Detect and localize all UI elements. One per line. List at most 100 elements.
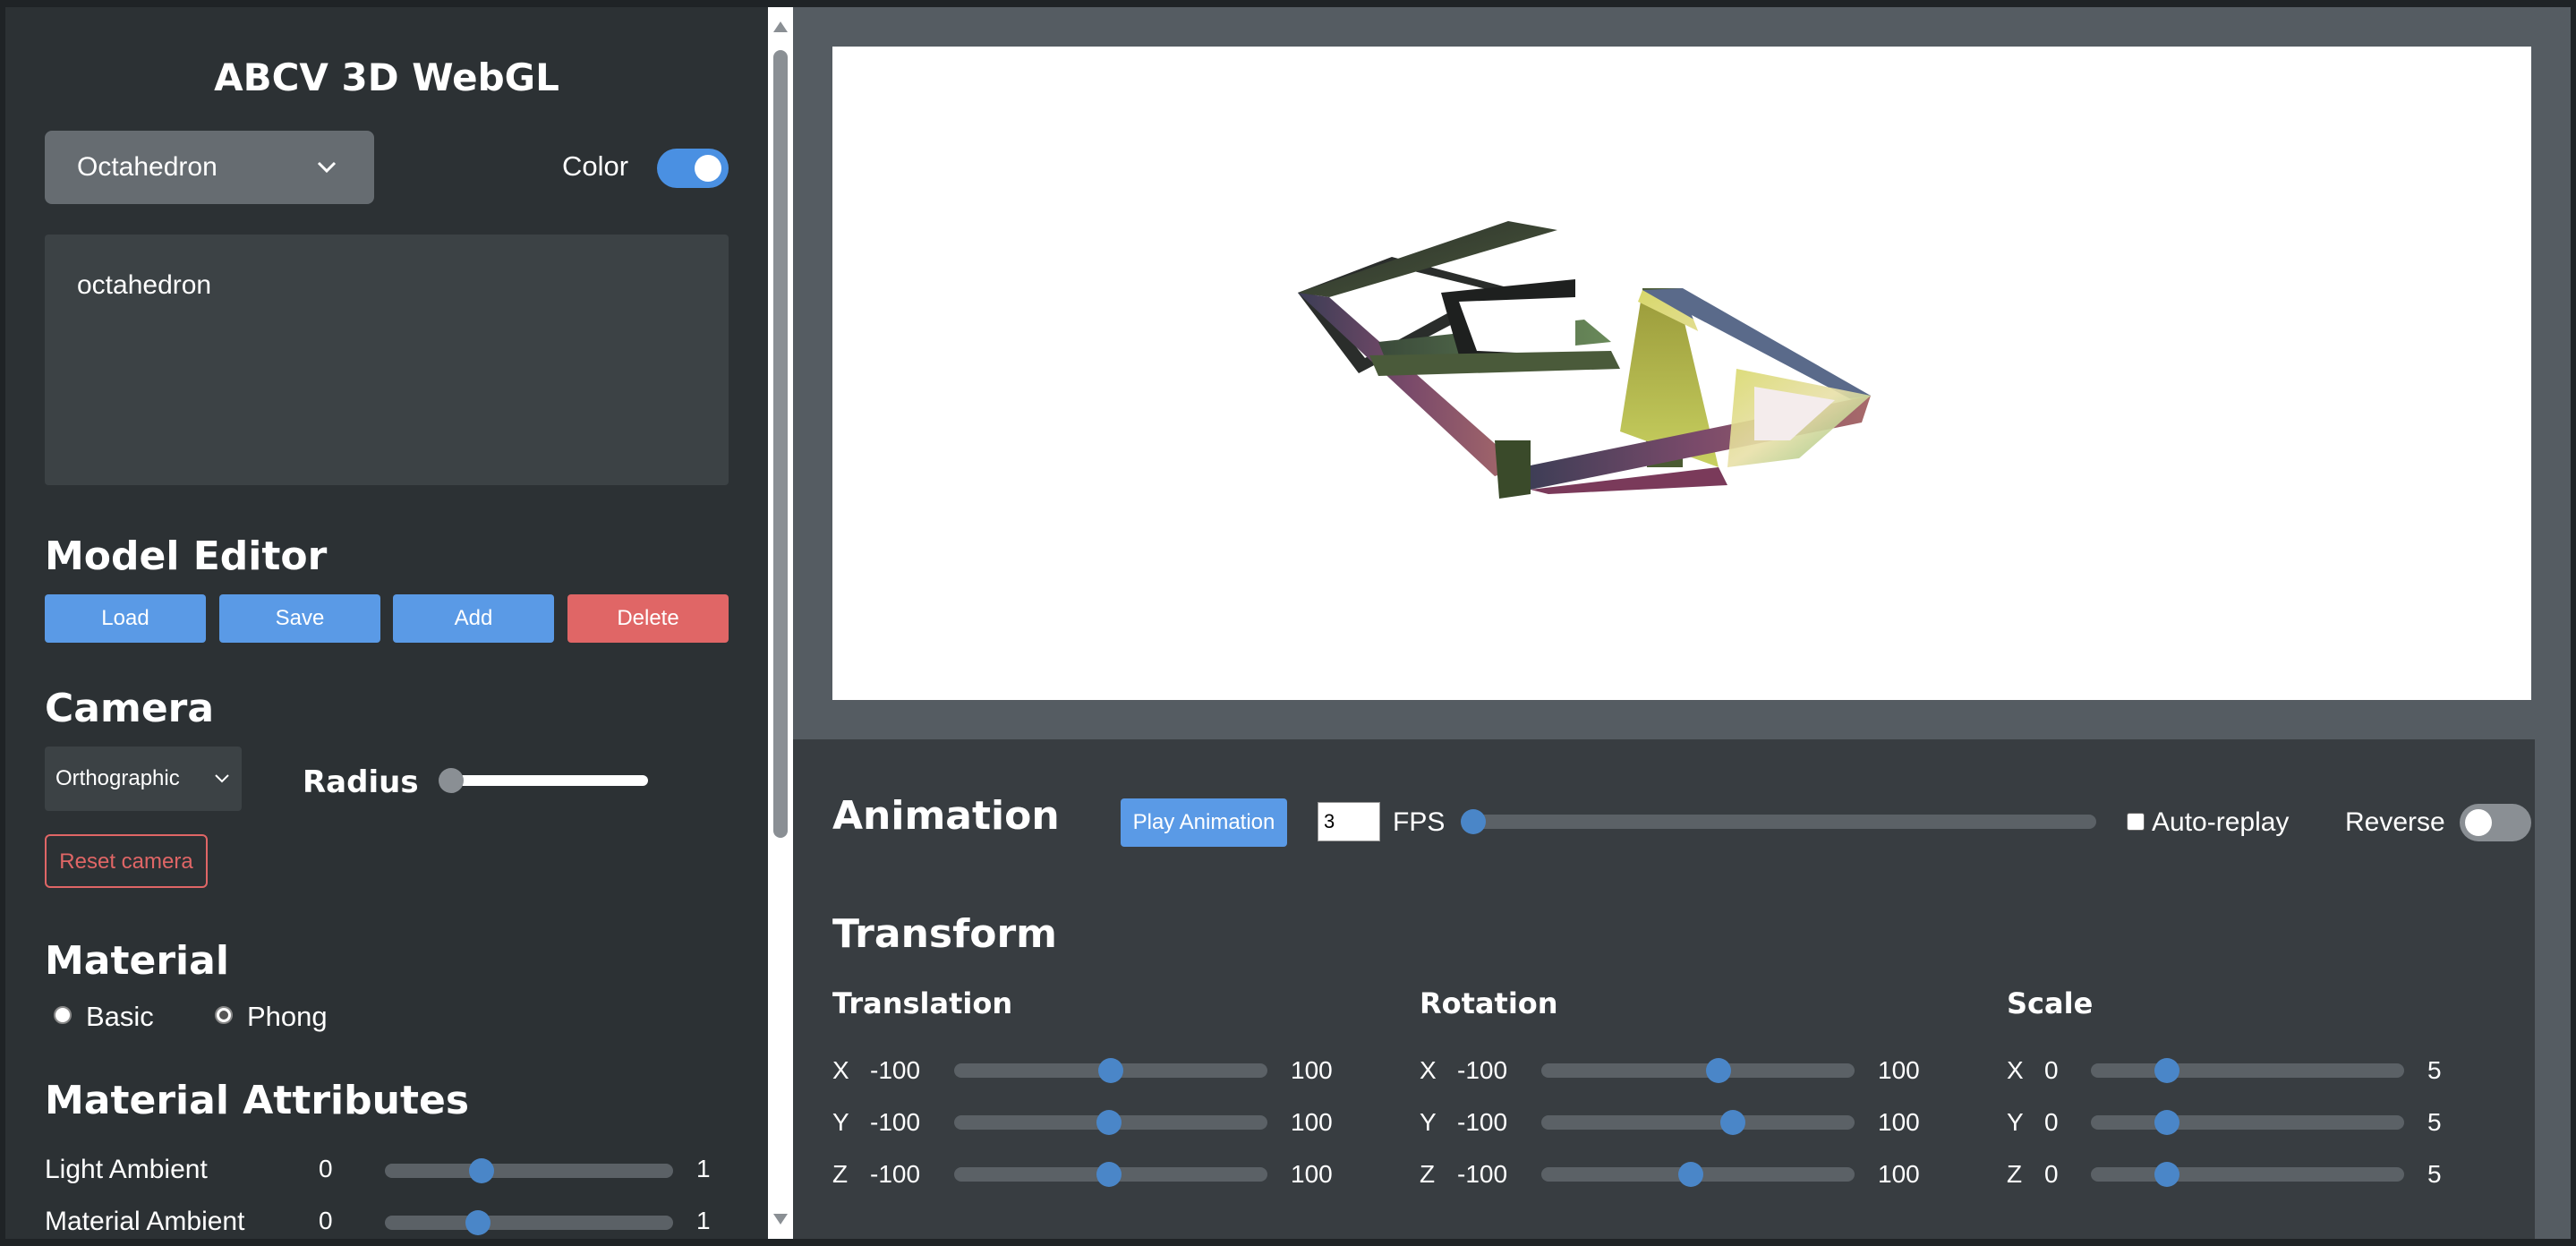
load-button[interactable]: Load bbox=[45, 594, 206, 643]
scale-y-slider[interactable] bbox=[2091, 1115, 2404, 1130]
sidebar: ABCV 3D WebGL Octahedron Color octahedro… bbox=[5, 7, 768, 1239]
scale-x-max: 5 bbox=[2427, 1056, 2442, 1084]
fps-input[interactable]: 3 bbox=[1318, 802, 1380, 841]
material-phong-label: Phong bbox=[247, 1001, 328, 1032]
model-editor-heading: Model Editor bbox=[45, 533, 328, 579]
translation-y-axis-label: Y bbox=[832, 1108, 849, 1136]
light-ambient-label: Light Ambient bbox=[45, 1155, 208, 1184]
model-select-value: Octahedron bbox=[77, 152, 218, 182]
transform-heading: Transform bbox=[832, 911, 1058, 957]
material-ambient-slider[interactable] bbox=[385, 1216, 673, 1230]
animation-heading: Animation bbox=[832, 793, 1060, 839]
translation-z-axis-label: Z bbox=[832, 1160, 849, 1188]
scale-z-axis-label: Z bbox=[2007, 1160, 2023, 1188]
app-title: ABCV 3D WebGL bbox=[214, 55, 559, 99]
rotation-x-slider-thumb[interactable] bbox=[1705, 1058, 1731, 1083]
camera-heading: Camera bbox=[45, 686, 215, 731]
material-attributes-heading: Material Attributes bbox=[45, 1078, 470, 1123]
rotation-z-max: 100 bbox=[1878, 1160, 1920, 1188]
auto-replay-label: Auto-replay bbox=[2152, 807, 2290, 837]
sidebar-scroll-thumb[interactable] bbox=[773, 50, 788, 838]
chevron-down-icon bbox=[315, 131, 338, 204]
delete-button[interactable]: Delete bbox=[567, 594, 729, 643]
material-ambient-max: 1 bbox=[696, 1207, 711, 1234]
scale-x-slider[interactable] bbox=[2091, 1063, 2404, 1078]
rotation-z-axis-label: Z bbox=[1420, 1160, 1436, 1188]
radius-slider-thumb[interactable] bbox=[439, 768, 464, 793]
translation-y-min: -100 bbox=[870, 1108, 921, 1136]
rotation-x-axis-label: X bbox=[1420, 1056, 1437, 1084]
radius-label: Radius bbox=[303, 764, 419, 800]
reverse-toggle[interactable] bbox=[2460, 804, 2531, 841]
scale-z-min: 0 bbox=[2044, 1160, 2059, 1188]
scale-z-slider[interactable] bbox=[2091, 1167, 2404, 1182]
model-description-text: octahedron bbox=[77, 270, 212, 300]
rotation-y-slider-thumb[interactable] bbox=[1719, 1110, 1745, 1135]
translation-heading: Translation bbox=[832, 986, 1013, 1020]
material-phong-radio[interactable] bbox=[215, 1006, 233, 1024]
translation-x-max: 100 bbox=[1291, 1056, 1333, 1084]
scale-z-max: 5 bbox=[2427, 1160, 2442, 1188]
rotation-heading: Rotation bbox=[1420, 986, 1558, 1020]
sidebar-scrollbar[interactable] bbox=[768, 7, 793, 1239]
scale-z-slider-thumb[interactable] bbox=[2154, 1162, 2179, 1187]
material-ambient-min: 0 bbox=[319, 1207, 333, 1234]
translation-y-max: 100 bbox=[1291, 1108, 1333, 1136]
translation-x-axis-label: X bbox=[832, 1056, 849, 1084]
rotation-x-slider[interactable] bbox=[1541, 1063, 1855, 1078]
translation-z-max: 100 bbox=[1291, 1160, 1333, 1188]
camera-projection-select[interactable]: Orthographic bbox=[45, 747, 242, 811]
scale-y-min: 0 bbox=[2044, 1108, 2059, 1136]
chevron-down-icon bbox=[215, 747, 229, 811]
webgl-canvas[interactable] bbox=[832, 47, 2531, 700]
rotation-z-slider-thumb[interactable] bbox=[1677, 1162, 1703, 1187]
material-ambient-label: Material Ambient bbox=[45, 1207, 245, 1236]
animation-frame-slider[interactable] bbox=[1464, 815, 2096, 829]
scale-heading: Scale bbox=[2007, 986, 2094, 1020]
save-button[interactable]: Save bbox=[219, 594, 380, 643]
color-toggle[interactable] bbox=[657, 149, 729, 188]
toggle-knob bbox=[2465, 809, 2492, 836]
rotation-z-min: -100 bbox=[1457, 1160, 1508, 1188]
auto-replay-checkbox[interactable] bbox=[2127, 813, 2145, 831]
scale-y-axis-label: Y bbox=[2007, 1108, 2024, 1136]
animation-frame-slider-thumb[interactable] bbox=[1461, 809, 1486, 834]
rotation-y-slider[interactable] bbox=[1541, 1115, 1855, 1130]
add-button[interactable]: Add bbox=[393, 594, 554, 643]
light-ambient-slider-thumb[interactable] bbox=[469, 1158, 494, 1183]
scroll-up-arrow-icon[interactable] bbox=[773, 21, 788, 32]
scale-x-min: 0 bbox=[2044, 1056, 2059, 1084]
model-select[interactable]: Octahedron bbox=[45, 131, 374, 204]
light-ambient-max: 1 bbox=[696, 1155, 711, 1182]
rotation-x-min: -100 bbox=[1457, 1056, 1508, 1084]
material-basic-label: Basic bbox=[86, 1001, 154, 1032]
camera-projection-value: Orthographic bbox=[55, 766, 180, 790]
play-animation-button[interactable]: Play Animation bbox=[1121, 798, 1287, 847]
rotation-y-max: 100 bbox=[1878, 1108, 1920, 1136]
radius-slider[interactable] bbox=[448, 775, 648, 786]
rotation-y-axis-label: Y bbox=[1420, 1108, 1437, 1136]
scale-x-axis-label: X bbox=[2007, 1056, 2024, 1084]
material-basic-radio[interactable] bbox=[54, 1006, 72, 1024]
rotation-y-min: -100 bbox=[1457, 1108, 1508, 1136]
toggle-knob bbox=[695, 155, 721, 182]
material-heading: Material bbox=[45, 938, 229, 984]
translation-z-min: -100 bbox=[870, 1160, 921, 1188]
reset-camera-button[interactable]: Reset camera bbox=[45, 834, 208, 888]
rotation-x-max: 100 bbox=[1878, 1056, 1920, 1084]
reverse-label: Reverse bbox=[2345, 807, 2445, 837]
color-label: Color bbox=[562, 150, 629, 182]
scale-y-slider-thumb[interactable] bbox=[2154, 1110, 2179, 1135]
scale-y-max: 5 bbox=[2427, 1108, 2442, 1136]
light-ambient-slider[interactable] bbox=[385, 1164, 673, 1178]
scale-x-slider-thumb[interactable] bbox=[2154, 1058, 2179, 1083]
translation-x-slider-thumb[interactable] bbox=[1098, 1058, 1123, 1083]
scroll-down-arrow-icon[interactable] bbox=[773, 1214, 788, 1225]
octahedron-render bbox=[1298, 221, 1871, 499]
translation-x-min: -100 bbox=[870, 1056, 921, 1084]
light-ambient-min: 0 bbox=[319, 1155, 333, 1182]
fps-label: FPS bbox=[1393, 807, 1446, 837]
material-ambient-slider-thumb[interactable] bbox=[465, 1210, 490, 1235]
right-margin bbox=[2535, 7, 2571, 1239]
model-description-textarea[interactable]: octahedron bbox=[45, 235, 729, 485]
